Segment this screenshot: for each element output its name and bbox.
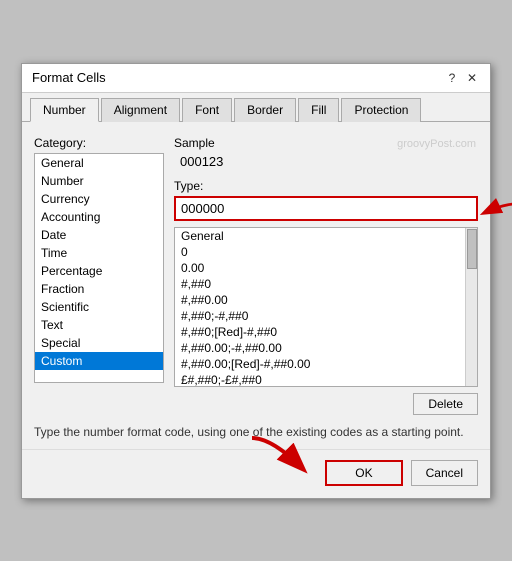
scrollbar-thumb[interactable]: [467, 229, 477, 269]
category-list[interactable]: General Number Currency Accounting Date …: [34, 153, 164, 383]
category-item-custom[interactable]: Custom: [35, 352, 163, 370]
format-item-hash0[interactable]: #,##0: [175, 276, 477, 292]
delete-btn-row: Delete: [174, 393, 478, 415]
tab-number[interactable]: Number: [30, 98, 99, 122]
type-label: Type:: [174, 179, 478, 193]
scrollbar[interactable]: [465, 228, 477, 386]
format-item-pound0[interactable]: £#,##0;-£#,##0: [175, 372, 477, 387]
footer: OK Cancel: [22, 449, 490, 498]
category-item-fraction[interactable]: Fraction: [35, 280, 163, 298]
category-item-special[interactable]: Special: [35, 334, 163, 352]
category-item-percentage[interactable]: Percentage: [35, 262, 163, 280]
category-item-currency[interactable]: Currency: [35, 190, 163, 208]
category-item-time[interactable]: Time: [35, 244, 163, 262]
title-bar-controls: ? ✕: [444, 70, 480, 86]
format-item-hash0.00-neg[interactable]: #,##0.00;-#,##0.00: [175, 340, 477, 356]
category-item-number[interactable]: Number: [35, 172, 163, 190]
format-item-hash0.00[interactable]: #,##0.00: [175, 292, 477, 308]
tab-fill[interactable]: Fill: [298, 98, 339, 122]
help-button[interactable]: ?: [444, 70, 460, 86]
sample-section: Sample 000123: [174, 136, 478, 171]
format-item-hash0-red[interactable]: #,##0;[Red]-#,##0: [175, 324, 477, 340]
sample-value: 000123: [174, 152, 478, 171]
tab-protection[interactable]: Protection: [341, 98, 421, 122]
category-item-text[interactable]: Text: [35, 316, 163, 334]
format-item-general[interactable]: General: [175, 228, 477, 244]
format-cells-dialog: Format Cells ? ✕ Number Alignment Font B…: [21, 63, 491, 499]
dialog-title: Format Cells: [32, 70, 106, 85]
ok-button[interactable]: OK: [325, 460, 402, 486]
format-item-hash0.00-red[interactable]: #,##0.00;[Red]-#,##0.00: [175, 356, 477, 372]
category-item-accounting[interactable]: Accounting: [35, 208, 163, 226]
format-item-hash0-neg[interactable]: #,##0;-#,##0: [175, 308, 477, 324]
tab-bar: Number Alignment Font Border Fill Protec…: [22, 93, 490, 122]
description-text: Type the number format code, using one o…: [34, 425, 478, 439]
type-input-wrapper: [174, 196, 478, 221]
tab-alignment[interactable]: Alignment: [101, 98, 180, 122]
category-panel: Category: General Number Currency Accoun…: [34, 136, 164, 415]
format-list[interactable]: General 0 0.00 #,##0 #,##0.00 #,##0;-#,#…: [175, 228, 477, 387]
type-input[interactable]: [174, 196, 478, 221]
format-list-wrapper: General 0 0.00 #,##0 #,##0.00 #,##0;-#,#…: [174, 227, 478, 387]
cancel-button[interactable]: Cancel: [411, 460, 478, 486]
title-bar: Format Cells ? ✕: [22, 64, 490, 93]
tab-font[interactable]: Font: [182, 98, 232, 122]
sample-label: Sample: [174, 136, 478, 150]
arrow-type-icon: [473, 198, 512, 228]
tab-content: groovyPost.com Category: General Number …: [22, 122, 490, 449]
category-item-general[interactable]: General: [35, 154, 163, 172]
close-button[interactable]: ✕: [464, 70, 480, 86]
format-item-0[interactable]: 0: [175, 244, 477, 260]
tab-border[interactable]: Border: [234, 98, 296, 122]
right-panel: Sample 000123 Type:: [174, 136, 478, 415]
format-item-0.00[interactable]: 0.00: [175, 260, 477, 276]
category-item-date[interactable]: Date: [35, 226, 163, 244]
category-label: Category:: [34, 136, 164, 150]
delete-button[interactable]: Delete: [413, 393, 478, 415]
main-area: Category: General Number Currency Accoun…: [34, 136, 478, 415]
category-item-scientific[interactable]: Scientific: [35, 298, 163, 316]
